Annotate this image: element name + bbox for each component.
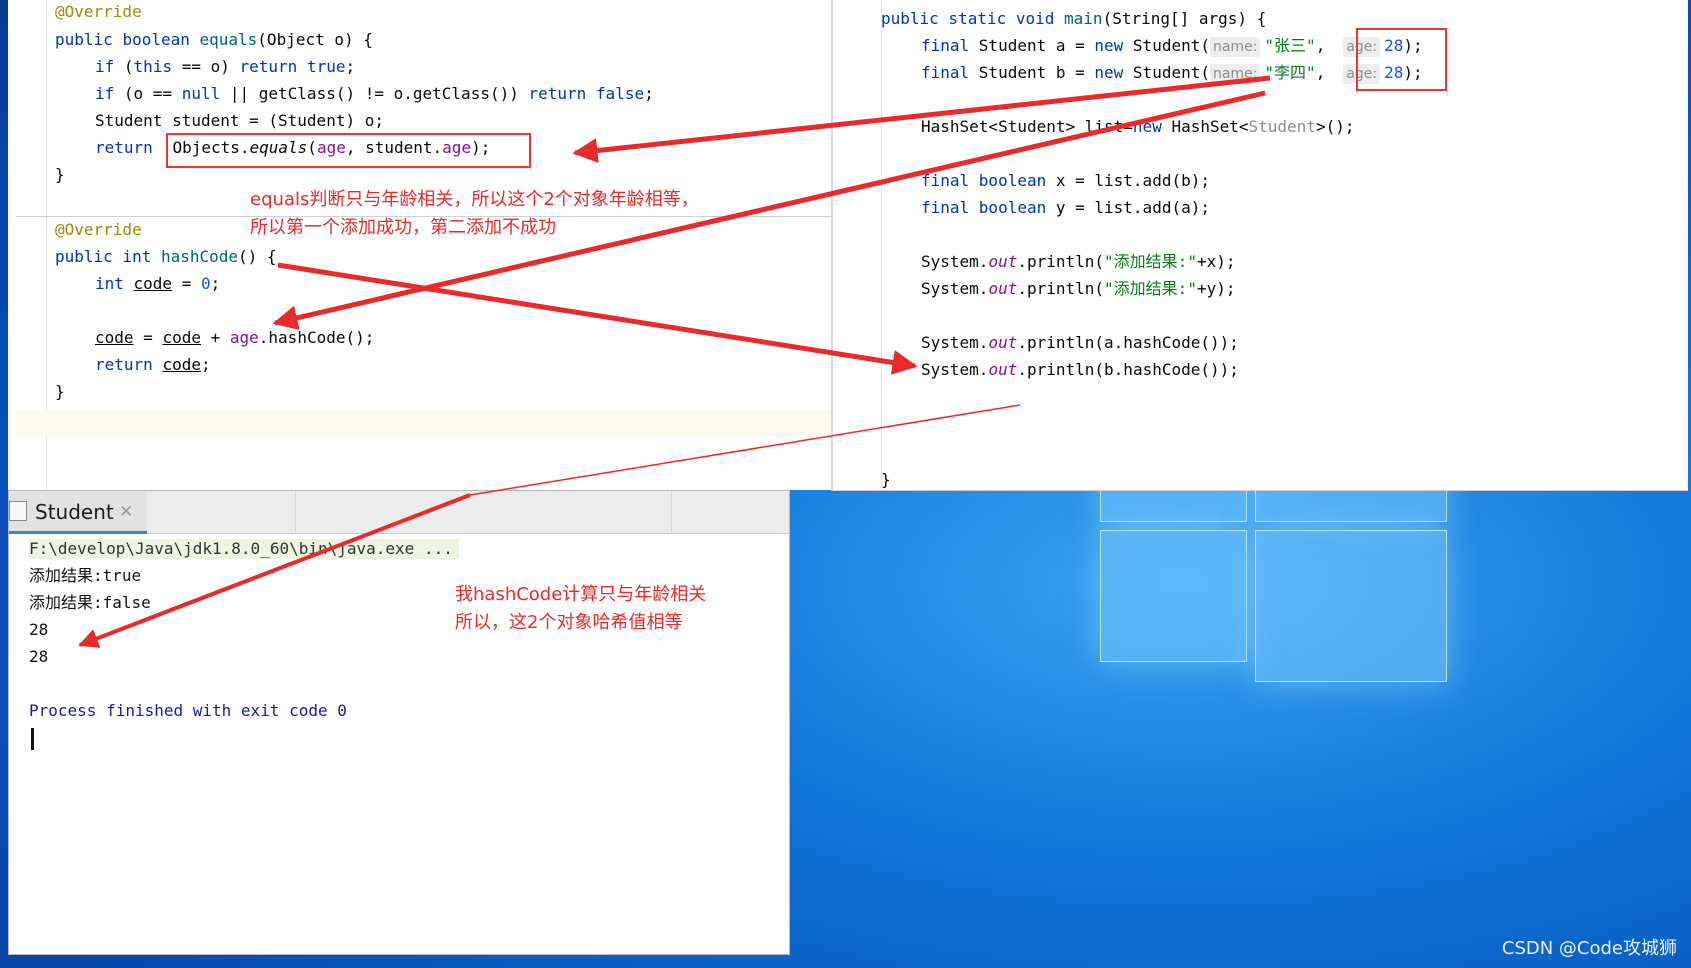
console-exit-line: Process finished with exit code 0 <box>29 701 347 720</box>
tab-student[interactable]: Student ✕ <box>9 491 147 534</box>
age-highlight-box <box>1356 28 1447 91</box>
run-console-panel[interactable]: Student ✕ F:\develop\Java\jdk1.8.0_60\bi… <box>8 490 790 955</box>
windows-logo-icon <box>1100 470 1460 730</box>
equals-signature[interactable]: public boolean equals(Object o) { <box>55 30 373 50</box>
tab-label: Student <box>35 500 114 524</box>
code-line[interactable]: System.out.println("添加结果:"+x); <box>921 252 1235 272</box>
hashcode-explanation-note: 我hashCode计算只与年龄相关 所以，这2个对象哈希值相等 <box>455 584 707 633</box>
code-line: } <box>881 470 891 489</box>
close-icon[interactable]: ✕ <box>119 502 133 522</box>
main-signature[interactable]: public static void main(String[] args) { <box>881 9 1266 29</box>
console-icon <box>9 501 27 521</box>
console-output-line: 添加结果:false <box>29 593 151 612</box>
code-line[interactable]: System.out.println(b.hashCode()); <box>921 360 1239 380</box>
override-annotation: @Override <box>55 2 142 21</box>
code-line[interactable]: if (this == o) return true; <box>95 57 355 77</box>
code-line[interactable]: Student student = (Student) o; <box>95 111 384 131</box>
console-output-line: 28 <box>29 647 49 666</box>
code-line: } <box>55 165 65 184</box>
override-annotation: @Override <box>55 220 142 239</box>
current-line-highlight <box>16 410 831 436</box>
code-line[interactable]: final boolean y = list.add(a); <box>921 198 1210 218</box>
code-line[interactable]: System.out.println("添加结果:"+y); <box>921 279 1235 299</box>
console-output-line: 添加结果:true <box>29 566 142 585</box>
hashcode-signature[interactable]: public int hashCode() { <box>55 247 277 267</box>
code-line[interactable]: final Student a = new Student(name: "张三",… <box>921 36 1423 57</box>
text-caret <box>31 728 34 750</box>
code-line[interactable]: HashSet<Student> list=new HashSet<Studen… <box>921 117 1354 137</box>
code-line[interactable]: System.out.println(a.hashCode()); <box>921 333 1239 353</box>
editor-main-method[interactable]: public static void main(String[] args) {… <box>831 0 1688 491</box>
run-tab-bar: Student ✕ <box>9 491 789 534</box>
editor-student-class[interactable]: @Override public boolean equals(Object o… <box>8 0 832 490</box>
csdn-watermark: CSDN @Code攻城狮 <box>1501 938 1677 959</box>
code-line[interactable]: final boolean x = list.add(b); <box>921 171 1210 191</box>
code-line: } <box>55 382 65 401</box>
console-output-line: 28 <box>29 620 49 639</box>
equals-highlight-box <box>166 133 531 168</box>
code-line[interactable]: code = code + age.hashCode(); <box>95 328 374 348</box>
equals-explanation-note: equals判断只与年龄相关，所以这个2个对象年龄相等， 所以第一个添加成功，第… <box>250 189 699 238</box>
code-line[interactable]: int code = 0; <box>95 274 220 294</box>
code-line[interactable]: if (o == null || getClass() != o.getClas… <box>95 84 654 104</box>
code-line[interactable]: final Student b = new Student(name: "李四",… <box>921 63 1423 84</box>
code-line[interactable]: return code; <box>95 355 211 375</box>
console-command-line: F:\develop\Java\jdk1.8.0_60\bin\java.exe… <box>29 539 459 559</box>
